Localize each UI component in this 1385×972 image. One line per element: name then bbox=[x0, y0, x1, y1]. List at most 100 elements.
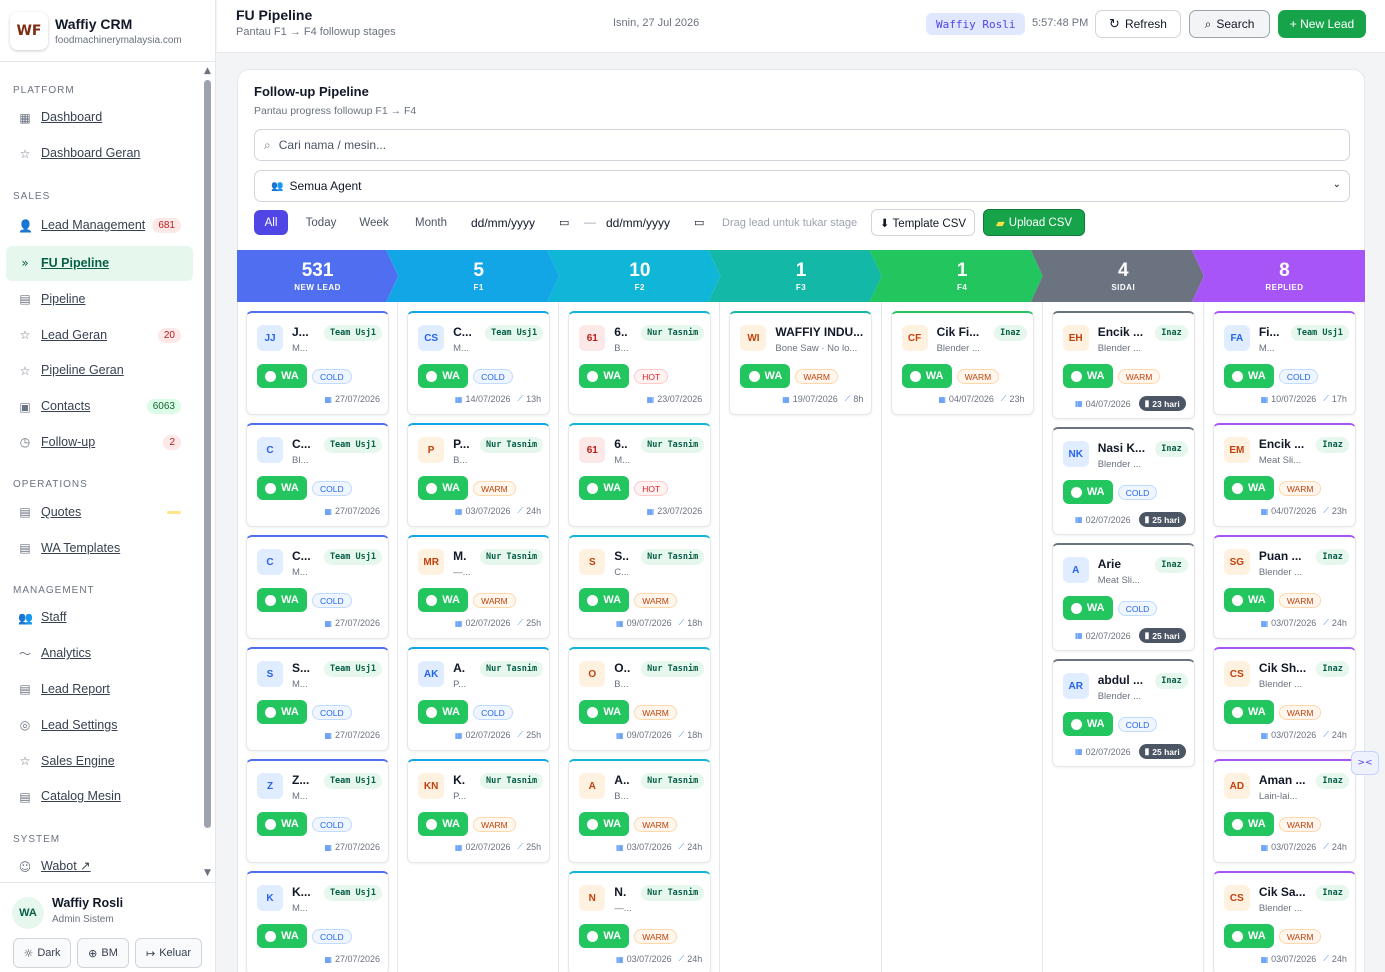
whatsapp-button[interactable]: WA bbox=[1223, 476, 1274, 500]
whatsapp-button[interactable]: WA bbox=[579, 812, 630, 836]
sidebar-item-lead-report[interactable]: ▤ Lead Report bbox=[6, 672, 193, 708]
sidebar-item-sales-engine[interactable]: ☆ Sales Engine bbox=[6, 743, 193, 779]
brand[interactable]: WF Waffiy CRM foodmachinerymalaysia.com bbox=[0, 0, 215, 62]
scroll-up-icon[interactable]: ▲ bbox=[204, 66, 211, 76]
whatsapp-button[interactable]: WA bbox=[1062, 712, 1113, 736]
sidebar-item-lead-management[interactable]: 👤 Lead Management 681 bbox=[6, 206, 193, 246]
whatsapp-button[interactable]: WA bbox=[1062, 364, 1113, 388]
whatsapp-button[interactable]: WA bbox=[740, 364, 791, 388]
lead-card[interactable]: N N. —... Nur Tasnim WA WARM ▦ 03/07/2026 ⟋ 24h bbox=[568, 871, 712, 972]
lead-name[interactable]: abdul ... bbox=[1098, 673, 1158, 687]
template-csv-button[interactable]: ⬇ Template CSV bbox=[871, 209, 975, 236]
whatsapp-button[interactable]: WA bbox=[418, 812, 469, 836]
filter-month[interactable]: Month bbox=[406, 210, 456, 235]
filter-today[interactable]: Today bbox=[298, 210, 344, 235]
lead-name[interactable]: Nasi K... bbox=[1098, 441, 1158, 455]
whatsapp-button[interactable]: WA bbox=[418, 588, 469, 612]
whatsapp-button[interactable]: WA bbox=[1223, 700, 1274, 724]
avatar[interactable]: WA bbox=[12, 897, 44, 929]
lead-card[interactable]: A A.. B... Nur Tasnim WA WARM ▦ 03/07/2026 ⟋ 24h bbox=[568, 759, 712, 863]
lead-card[interactable]: O O.. B... Nur Tasnim WA WARM ▦ 09/07/2026 ⟋ 18h bbox=[568, 647, 712, 751]
lead-search-input[interactable] bbox=[278, 138, 1179, 152]
stage-column-sidai[interactable]: EH Encik ... Blender ... Inaz WA WARM ▦ 04/07/2… bbox=[1043, 302, 1204, 972]
lead-name[interactable]: Aman ... bbox=[1259, 773, 1319, 787]
whatsapp-button[interactable]: WA bbox=[579, 476, 630, 500]
whatsapp-button[interactable]: WA bbox=[579, 924, 630, 948]
filter-week[interactable]: Week bbox=[351, 210, 397, 235]
whatsapp-button[interactable]: WA bbox=[579, 364, 630, 388]
whatsapp-button[interactable]: WA bbox=[1062, 596, 1113, 620]
lead-card[interactable]: A Arie Meat Sli... Inaz WA COLD ▦ 02/07/2026 ▮ 25… bbox=[1051, 543, 1195, 651]
lead-card[interactable]: AK A. P... Nur Tasnim WA COLD ▦ 02/07/2026 ⟋ 25h bbox=[407, 647, 551, 751]
lead-card[interactable]: FA Fi... M... Team Usj1 WA COLD ▦ 10/07/2026 ⟋ 17… bbox=[1212, 311, 1356, 415]
scroll-down-icon[interactable]: ▼ bbox=[204, 868, 211, 878]
stage-column-f4[interactable]: CF Cik Fi... Blender ... Inaz WA WARM ▦ 04/07/2… bbox=[882, 302, 1043, 972]
whatsapp-button[interactable]: WA bbox=[579, 588, 630, 612]
whatsapp-button[interactable]: WA bbox=[418, 700, 469, 724]
lead-card[interactable]: NK Nasi K... Blender ... Inaz WA COLD ▦ 02/07/2… bbox=[1051, 427, 1195, 535]
sidebar-item-wabot[interactable]: ☺ Wabot ↗ bbox=[6, 849, 193, 878]
lead-name[interactable]: WAFFIY INDU... bbox=[775, 325, 867, 339]
lead-name[interactable]: Encik ... bbox=[1098, 325, 1158, 339]
sidebar-item-dashboard[interactable]: ▦ Dashboard bbox=[6, 100, 193, 136]
calendar-icon[interactable]: ▭ bbox=[694, 216, 704, 229]
stage-column-replied[interactable]: FA Fi... M... Team Usj1 WA COLD ▦ 10/07/2026 ⟋ 17… bbox=[1204, 302, 1365, 972]
whatsapp-button[interactable]: WA bbox=[1062, 480, 1113, 504]
lead-card[interactable]: AR abdul ... Blender ... Inaz WA COLD ▦ 02/07/2… bbox=[1051, 659, 1195, 767]
whatsapp-button[interactable]: WA bbox=[257, 588, 307, 612]
lead-name[interactable]: Encik ... bbox=[1259, 437, 1319, 451]
dark-mode-button[interactable]: ☼ Dark bbox=[13, 938, 71, 968]
whatsapp-button[interactable]: WA bbox=[257, 924, 307, 948]
lead-card[interactable]: SG Puan ... Blender ... Inaz WA WARM ▦ 03/07/20… bbox=[1212, 535, 1356, 639]
lead-card[interactable]: CS Cik Sh... Blender ... Inaz WA WARM ▦ 03/07/2… bbox=[1212, 647, 1356, 751]
lead-card[interactable]: CS C... M... Team Usj1 WA COLD ▦ 14/07/2026 ⟋ 13h bbox=[407, 311, 551, 415]
whatsapp-button[interactable]: WA bbox=[257, 364, 307, 388]
sidebar-item-quotes[interactable]: ▤ Quotes bbox=[6, 494, 193, 530]
sidebar-item-follow-up[interactable]: ◷ Follow-up 2 bbox=[6, 425, 193, 461]
whatsapp-button[interactable]: WA bbox=[901, 364, 952, 388]
lead-card[interactable]: EM Encik ... Meat Sli... Inaz WA WARM ▦ 04/07/2… bbox=[1212, 423, 1356, 527]
sidebar-item-contacts[interactable]: ▣ Contacts 6063 bbox=[6, 389, 193, 425]
lead-name[interactable]: Puan ... bbox=[1259, 549, 1319, 563]
logout-button[interactable]: ↦ Keluar bbox=[135, 938, 202, 968]
sidebar-item-catalog-mesin[interactable]: ▤ Catalog Mesin bbox=[6, 779, 193, 815]
lead-card[interactable]: S S.. C... Nur Tasnim WA WARM ▦ 09/07/2026 ⟋ 18h bbox=[568, 535, 712, 639]
agent-select[interactable]: 👥 Semua Agent ⌄ bbox=[254, 170, 1350, 202]
lead-card[interactable]: K K... M... Team Usj1 WA COLD ▦ 27/07/2026 bbox=[246, 871, 389, 972]
language-button[interactable]: ⊕ BM bbox=[77, 938, 129, 968]
filter-all[interactable]: All bbox=[254, 210, 288, 235]
whatsapp-button[interactable]: WA bbox=[1223, 924, 1274, 948]
sidebar-item-lead-geran[interactable]: ☆ Lead Geran 20 bbox=[6, 317, 193, 353]
refresh-button[interactable]: ↻ Refresh bbox=[1095, 10, 1181, 38]
lead-card[interactable]: C C... Bl... Team Usj1 WA COLD ▦ 27/07/2026 bbox=[246, 423, 389, 527]
stage-column-f3[interactable]: WI WAFFIY INDU... Bone Saw · No lo... WA WAR… bbox=[720, 302, 882, 972]
lead-card[interactable]: KN K. P... Nur Tasnim WA WARM ▦ 02/07/2026 ⟋ 25h bbox=[407, 759, 551, 863]
lead-name[interactable]: Cik Sh... bbox=[1259, 661, 1319, 675]
lead-card[interactable]: CS Cik Sa... Blender ... Inaz WA WARM ▦ 03/07/2… bbox=[1212, 871, 1356, 972]
sidebar-item-pipeline-geran[interactable]: ☆ Pipeline Geran bbox=[6, 353, 193, 389]
sidebar-item-analytics[interactable]: 〜 Analytics bbox=[6, 636, 193, 672]
lead-card[interactable]: MR M. —... Nur Tasnim WA WARM ▦ 02/07/2026 ⟋ 25h bbox=[407, 535, 551, 639]
collapse-handle-icon[interactable]: >< bbox=[1351, 751, 1379, 775]
calendar-icon[interactable]: ▭ bbox=[559, 216, 569, 229]
whatsapp-button[interactable]: WA bbox=[1223, 812, 1274, 836]
whatsapp-button[interactable]: WA bbox=[579, 700, 630, 724]
stage-column-f2[interactable]: 61 6.. B... Nur Tasnim WA HOT ▦ 23/07/2026 61 6..… bbox=[559, 302, 721, 972]
lead-card[interactable]: JJ J... M... Team Usj1 WA COLD ▦ 27/07/2026 bbox=[246, 311, 389, 415]
sidebar-item-fu-pipeline[interactable]: » FU Pipeline bbox=[6, 245, 193, 282]
whatsapp-button[interactable]: WA bbox=[257, 700, 307, 724]
lead-card[interactable]: S S... M... Team Usj1 WA COLD ▦ 27/07/2026 bbox=[246, 647, 389, 751]
lead-name[interactable]: Cik Sa... bbox=[1259, 885, 1319, 899]
lead-card[interactable]: P P... B... Nur Tasnim WA WARM ▦ 03/07/2026 ⟋ 24h bbox=[407, 423, 551, 527]
lead-card[interactable]: EH Encik ... Blender ... Inaz WA WARM ▦ 04/07/2… bbox=[1051, 311, 1195, 419]
lead-card[interactable]: AD Aman ... Lain-lai... Inaz WA WARM ▦ 03/07/20… bbox=[1212, 759, 1356, 863]
lead-card[interactable]: Z Z... M... Team Usj1 WA COLD ▦ 27/07/2026 bbox=[246, 759, 389, 863]
lead-search[interactable]: ⌕ bbox=[254, 129, 1350, 161]
search-button[interactable]: ⌕ Search bbox=[1189, 10, 1270, 38]
lead-card[interactable]: 61 6.. M... Nur Tasnim WA HOT ▦ 23/07/2026 bbox=[568, 423, 712, 527]
whatsapp-button[interactable]: WA bbox=[1223, 364, 1274, 388]
sidebar-item-dashboard-geran[interactable]: ☆ Dashboard Geran bbox=[6, 136, 193, 172]
lead-card[interactable]: WI WAFFIY INDU... Bone Saw · No lo... WA WAR… bbox=[729, 311, 873, 415]
new-lead-button[interactable]: + New Lead bbox=[1278, 10, 1366, 38]
whatsapp-button[interactable]: WA bbox=[418, 476, 469, 500]
